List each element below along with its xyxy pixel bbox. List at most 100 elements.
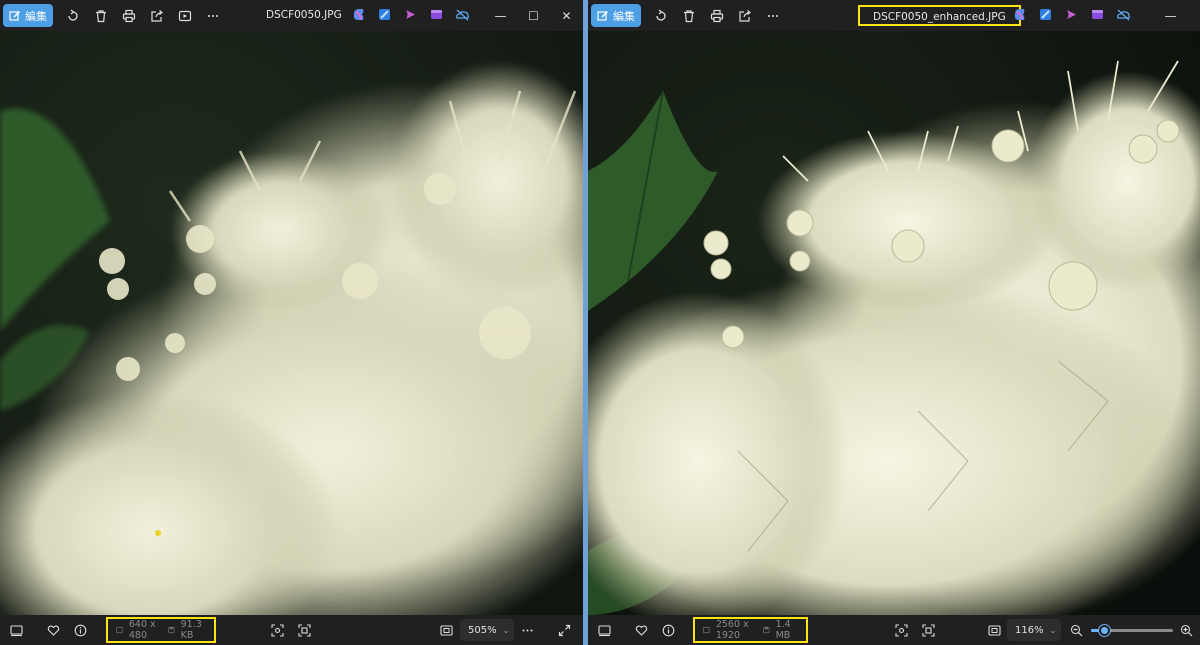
edit-label: 編集 xyxy=(613,9,635,23)
print-button[interactable] xyxy=(703,2,731,30)
delete-icon xyxy=(96,9,106,22)
zoom-slider-thumb[interactable] xyxy=(1099,625,1111,636)
zoom-dropdown[interactable]: 505% ⌄ xyxy=(460,619,514,641)
video-editor-icon xyxy=(1092,10,1103,19)
favorite-button[interactable] xyxy=(40,615,67,645)
crop-detect-button[interactable] xyxy=(915,615,942,645)
clipchamp-icon xyxy=(1067,10,1076,19)
maximize-button[interactable]: ☐ xyxy=(517,0,550,31)
disk-icon xyxy=(168,626,175,634)
delete-button[interactable] xyxy=(675,2,703,30)
file-title: DSCF0050.JPG xyxy=(266,9,342,21)
edit-icon xyxy=(597,10,609,21)
delete-icon xyxy=(684,9,694,22)
close-button[interactable]: ✕ xyxy=(550,0,583,31)
onedrive-button[interactable] xyxy=(1115,6,1132,23)
crop-detect-icon xyxy=(298,623,311,637)
more-icon xyxy=(522,629,533,631)
edit-button[interactable]: 編集 xyxy=(591,4,641,27)
status-bar: 640 x 480 91.3 KB 505% ⌄ xyxy=(0,615,583,645)
more-options-button[interactable] xyxy=(514,615,541,645)
rotate-icon xyxy=(68,8,78,21)
zoom-level: 505% xyxy=(468,624,497,636)
video-editor-icon xyxy=(431,10,442,19)
designer-icon xyxy=(1040,9,1051,20)
rotate-button[interactable] xyxy=(59,2,87,30)
more-button[interactable] xyxy=(759,2,787,30)
share-button[interactable] xyxy=(143,2,171,30)
zoom-dropdown[interactable]: 116% ⌄ xyxy=(1007,619,1061,641)
image-dimensions: 640 x 480 xyxy=(128,619,156,641)
zoom-in-button[interactable] xyxy=(1173,615,1200,645)
more-button[interactable] xyxy=(199,2,227,30)
file-size: 91.3 KB xyxy=(180,619,202,641)
copilot-button[interactable] xyxy=(1011,6,1028,23)
close-icon: ✕ xyxy=(561,8,572,23)
maximize-icon: ☐ xyxy=(528,8,539,23)
crop-detect-icon xyxy=(922,623,935,637)
fit-to-window-button[interactable] xyxy=(433,615,460,645)
app-launchers xyxy=(1011,6,1132,23)
delete-button[interactable] xyxy=(87,2,115,30)
fit-to-window-icon xyxy=(988,624,1001,636)
print-button[interactable] xyxy=(115,2,143,30)
window-controls: — xyxy=(1154,0,1187,31)
flower-photo xyxy=(588,31,1200,615)
clipchamp-button[interactable] xyxy=(402,6,419,23)
chevron-down-icon: ⌄ xyxy=(502,625,510,635)
zoom-out-button[interactable] xyxy=(1063,615,1090,645)
onedrive-button[interactable] xyxy=(454,6,471,23)
share-button[interactable] xyxy=(731,2,759,30)
favorite-button[interactable] xyxy=(628,615,655,645)
more-icon xyxy=(768,14,778,17)
favorite-icon xyxy=(47,625,60,636)
disk-icon xyxy=(763,626,770,634)
title-bar: 編集 DSCF0050.JPG — ☐ ✕ xyxy=(0,0,583,31)
fit-to-window-button[interactable] xyxy=(981,615,1008,645)
filmstrip-icon xyxy=(10,624,23,636)
edit-button[interactable]: 編集 xyxy=(3,4,53,27)
filmstrip-button[interactable] xyxy=(3,615,30,645)
minimize-button[interactable]: — xyxy=(484,0,517,31)
info-button[interactable] xyxy=(67,615,94,645)
info-icon xyxy=(662,624,675,636)
chevron-down-icon: ⌄ xyxy=(1049,625,1057,635)
designer-button[interactable] xyxy=(376,6,393,23)
left-photo-window: 編集 DSCF0050.JPG — ☐ ✕ 640 x 480 91.3 KB … xyxy=(0,0,583,645)
rotate-button[interactable] xyxy=(647,2,675,30)
copilot-button[interactable] xyxy=(350,6,367,23)
file-title: DSCF0050_enhanced.JPG xyxy=(858,5,1021,26)
minimize-button[interactable]: — xyxy=(1154,0,1187,31)
minimize-icon: — xyxy=(1164,8,1177,23)
status-bar: 2560 x 1920 1.4 MB 116% ⌄ xyxy=(588,615,1200,645)
face-detect-icon xyxy=(895,623,908,637)
flower-photo xyxy=(0,31,583,615)
clipchamp-button[interactable] xyxy=(1063,6,1080,23)
slideshow-button[interactable] xyxy=(171,2,199,30)
filmstrip-icon xyxy=(598,624,611,636)
onedrive-icon xyxy=(456,9,469,21)
video-editor-button[interactable] xyxy=(1089,6,1106,23)
image-info: 2560 x 1920 1.4 MB xyxy=(693,617,808,643)
crop-detect-button[interactable] xyxy=(291,615,318,645)
edit-label: 編集 xyxy=(25,9,47,23)
fit-to-window-icon xyxy=(440,624,453,636)
favorite-icon xyxy=(635,625,648,636)
zoom-slider[interactable] xyxy=(1091,625,1173,636)
filmstrip-button[interactable] xyxy=(591,615,618,645)
print-icon xyxy=(710,9,724,22)
video-editor-button[interactable] xyxy=(428,6,445,23)
zoom-level: 116% xyxy=(1015,624,1044,636)
fullscreen-button[interactable] xyxy=(551,615,578,645)
designer-button[interactable] xyxy=(1037,6,1054,23)
share-icon xyxy=(739,9,751,22)
resolution-icon xyxy=(116,626,123,634)
clipchamp-icon xyxy=(406,10,415,19)
photo-canvas[interactable] xyxy=(0,31,583,615)
info-button[interactable] xyxy=(655,615,682,645)
edit-icon xyxy=(9,10,21,21)
image-info: 640 x 480 91.3 KB xyxy=(106,617,216,643)
face-detect-button[interactable] xyxy=(888,615,915,645)
photo-canvas[interactable] xyxy=(588,31,1200,615)
face-detect-button[interactable] xyxy=(264,615,291,645)
